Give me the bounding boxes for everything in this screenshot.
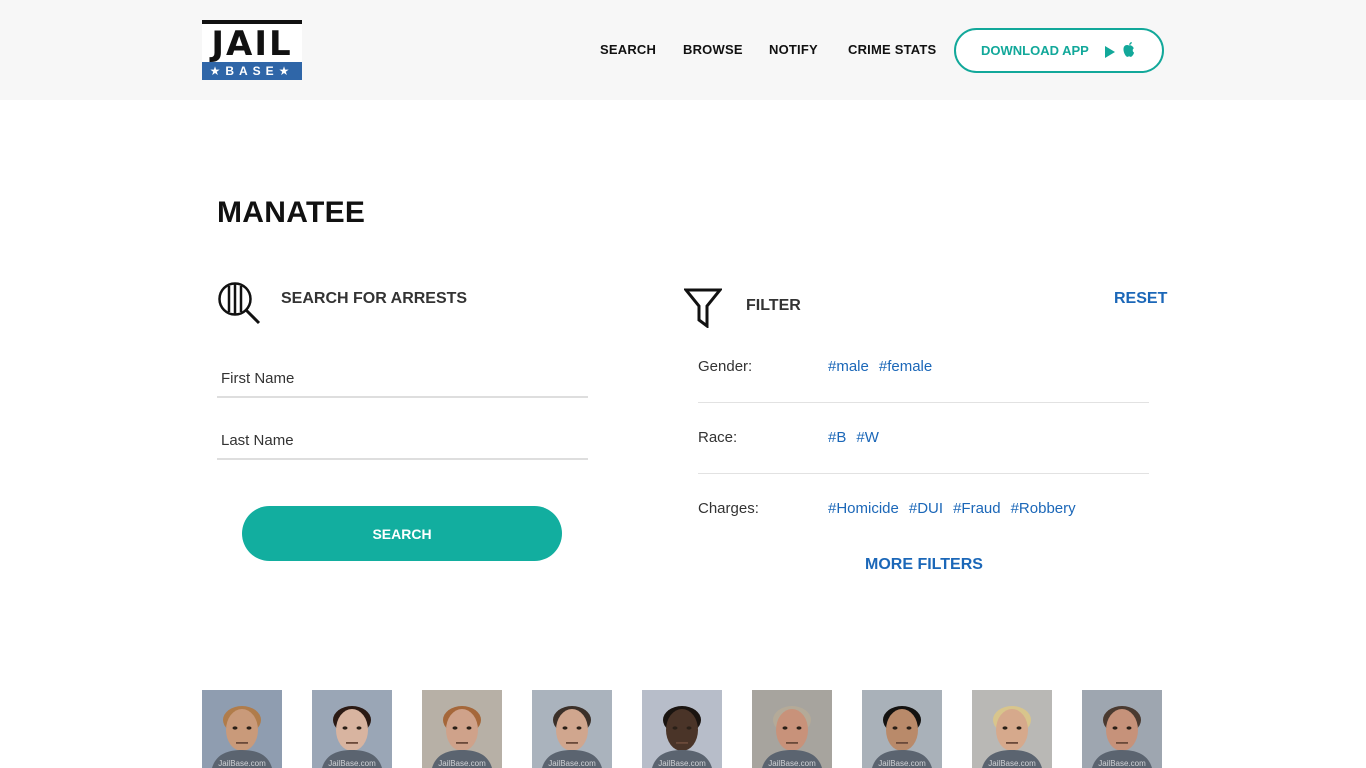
search-heading: SEARCH FOR ARRESTS xyxy=(281,290,468,307)
page-title: MANATEE xyxy=(217,196,366,229)
mugshot-thumbnail[interactable]: JailBase.com xyxy=(532,690,612,768)
mugshot-photo xyxy=(642,690,722,768)
mugshot-photo xyxy=(1082,690,1162,768)
nav-crime-stats[interactable]: CRIME STATS xyxy=(848,42,936,60)
tag-fraud[interactable]: #Fraud xyxy=(953,500,1001,517)
mugshot-thumbnail[interactable]: JailBase.com xyxy=(1082,690,1162,768)
reset-filters-link[interactable]: RESET xyxy=(1114,290,1167,308)
race-tags: #B #W xyxy=(828,429,889,446)
tag-dui[interactable]: #DUI xyxy=(909,500,943,517)
tag-female[interactable]: #female xyxy=(879,358,932,375)
mugshot-watermark: JailBase.com xyxy=(658,759,706,768)
mugshot-photo xyxy=(752,690,832,768)
tag-race-b[interactable]: #B xyxy=(828,429,846,446)
mugshot-thumbnail[interactable]: JailBase.com xyxy=(642,690,722,768)
mugshot-photo xyxy=(972,690,1052,768)
tag-robbery[interactable]: #Robbery xyxy=(1011,500,1076,517)
logo-top: JAIL xyxy=(202,20,302,62)
jailbase-logo[interactable]: JAIL ★BASE★ xyxy=(202,20,302,80)
mugshot-photo xyxy=(312,690,392,768)
mugshot-photo xyxy=(202,690,282,768)
search-icon xyxy=(218,282,261,325)
download-app-button[interactable]: DOWNLOAD APP xyxy=(954,28,1164,73)
gender-tags: #male #female xyxy=(828,358,942,375)
mugshot-watermark: JailBase.com xyxy=(548,759,596,768)
nav-search[interactable]: SEARCH xyxy=(600,42,656,60)
nav-browse[interactable]: BROWSE xyxy=(683,42,743,60)
mugshot-thumbnail[interactable]: JailBase.com xyxy=(972,690,1052,768)
logo-bottom: ★BASE★ xyxy=(202,62,302,80)
divider xyxy=(698,473,1149,474)
mugshot-watermark: JailBase.com xyxy=(1098,759,1146,768)
charges-tags: #Homicide #DUI #Fraud #Robbery xyxy=(828,500,1086,517)
last-name-field[interactable] xyxy=(217,422,588,460)
tag-race-w[interactable]: #W xyxy=(856,429,879,446)
charges-label: Charges: xyxy=(698,500,759,517)
mugshot-watermark: JailBase.com xyxy=(878,759,926,768)
mugshot-photo xyxy=(862,690,942,768)
play-store-icon xyxy=(1105,46,1115,58)
mugshot-thumbnail[interactable]: JailBase.com xyxy=(752,690,832,768)
mugshot-watermark: JailBase.com xyxy=(988,759,1036,768)
mugshot-watermark: JailBase.com xyxy=(218,759,266,768)
mugshot-watermark: JailBase.com xyxy=(438,759,486,768)
more-filters-link[interactable]: MORE FILTERS xyxy=(865,556,983,574)
mugshot-photo xyxy=(422,690,502,768)
tag-homicide[interactable]: #Homicide xyxy=(828,500,899,517)
search-button[interactable]: SEARCH xyxy=(242,506,562,561)
filter-icon xyxy=(684,288,722,328)
mugshot-watermark: JailBase.com xyxy=(768,759,816,768)
apple-icon xyxy=(1123,42,1135,57)
mugshot-thumbnail[interactable]: JailBase.com xyxy=(862,690,942,768)
mugshot-thumbnail[interactable]: JailBase.com xyxy=(202,690,282,768)
mugshot-thumbnail[interactable]: JailBase.com xyxy=(312,690,392,768)
site-header: JAIL ★BASE★ SEARCH BROWSE NOTIFY CRIME S… xyxy=(0,0,1366,100)
mugshot-photo xyxy=(532,690,612,768)
filter-heading: FILTER xyxy=(746,297,801,314)
gender-label: Gender: xyxy=(698,358,753,375)
mugshot-thumbnail[interactable]: JailBase.com xyxy=(422,690,502,768)
download-app-label: DOWNLOAD APP xyxy=(981,43,1089,58)
first-name-field[interactable] xyxy=(217,360,588,398)
nav-notify[interactable]: NOTIFY xyxy=(769,42,818,60)
divider xyxy=(698,402,1149,403)
tag-male[interactable]: #male xyxy=(828,358,869,375)
race-label: Race: xyxy=(698,429,738,446)
mugshot-watermark: JailBase.com xyxy=(328,759,376,768)
